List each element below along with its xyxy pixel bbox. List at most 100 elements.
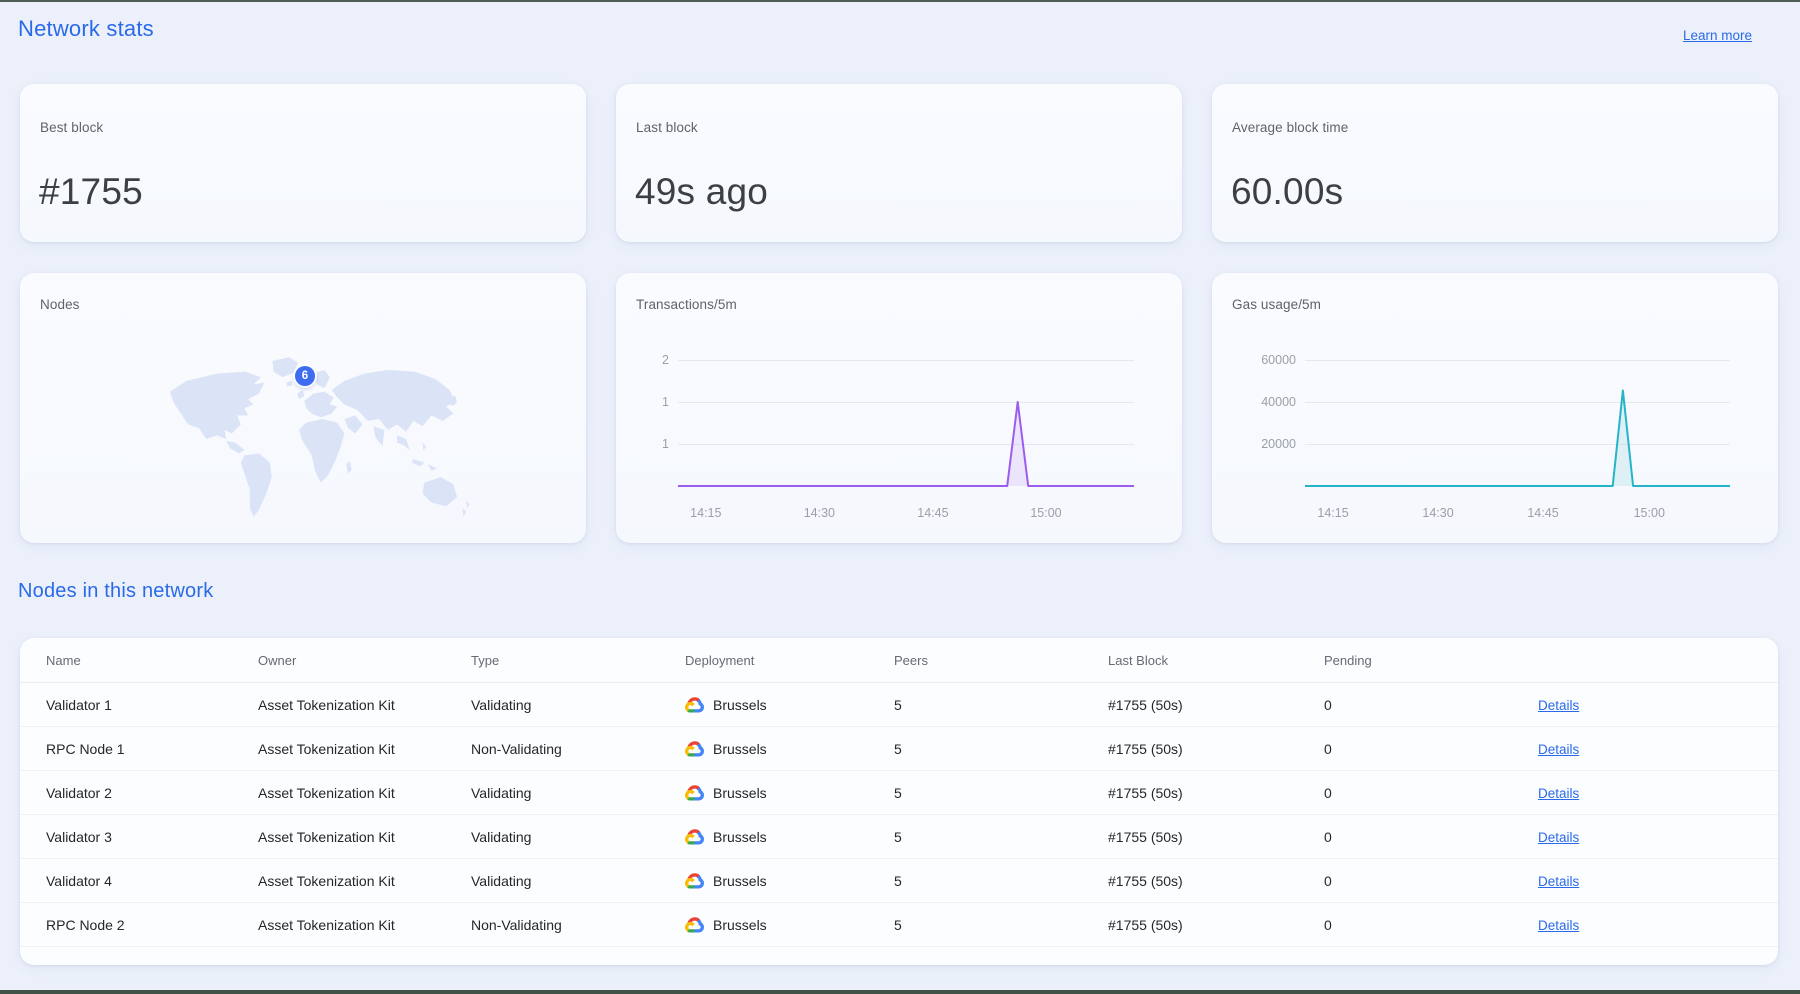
stat-label: Last block: [636, 120, 698, 135]
pending-cell: 0: [1324, 829, 1538, 845]
last-block-cell: #1755 (50s): [1108, 917, 1324, 933]
node-name-cell: RPC Node 1: [46, 741, 258, 757]
gas-usage-chart-card: Gas usage/5m 60000400002000014:1514:3014…: [1212, 273, 1778, 543]
column-header: Deployment: [685, 653, 894, 668]
y-axis-tick-label: 60000: [1226, 352, 1296, 368]
table-row: Validator 4Asset Tokenization KitValidat…: [20, 859, 1778, 903]
column-header: Last Block: [1108, 653, 1324, 668]
x-axis-tick-label: 15:00: [1030, 506, 1061, 520]
x-axis-tick-label: 14:30: [804, 506, 835, 520]
transactions-chart-card: Transactions/5m 21114:1514:3014:4515:00: [616, 273, 1182, 543]
peers-cell: 5: [894, 873, 1108, 889]
y-axis-tick-label: 20000: [1226, 436, 1296, 452]
last-block-cell: #1755 (50s): [1108, 829, 1324, 845]
node-name-cell: Validator 4: [46, 873, 258, 889]
stat-label: Average block time: [1232, 120, 1348, 135]
table-header-row: NameOwnerTypeDeploymentPeersLast BlockPe…: [20, 638, 1778, 683]
node-name-cell: Validator 3: [46, 829, 258, 845]
pending-cell: 0: [1324, 917, 1538, 933]
peers-cell: 5: [894, 829, 1108, 845]
google-cloud-icon: [685, 829, 704, 845]
column-header: Pending: [1324, 653, 1538, 668]
action-cell: Details: [1538, 785, 1778, 801]
column-header: Owner: [258, 653, 471, 668]
owner-cell: Asset Tokenization Kit: [258, 873, 471, 889]
page-title: Network stats: [18, 16, 154, 42]
deployment-location: Brussels: [713, 873, 767, 889]
last-block-cell: #1755 (50s): [1108, 741, 1324, 757]
nodes-map-card: Nodes: [20, 273, 586, 543]
owner-cell: Asset Tokenization Kit: [258, 741, 471, 757]
chart-title: Gas usage/5m: [1232, 297, 1321, 312]
window-top-edge: [0, 0, 1800, 2]
column-header: Type: [471, 653, 685, 668]
deployment-location: Brussels: [713, 697, 767, 713]
x-axis-tick-label: 14:45: [917, 506, 948, 520]
google-cloud-icon: [685, 785, 704, 801]
chart-title: Transactions/5m: [636, 297, 737, 312]
pending-cell: 0: [1324, 741, 1538, 757]
action-cell: Details: [1538, 741, 1778, 757]
table-row: RPC Node 2Asset Tokenization KitNon-Vali…: [20, 903, 1778, 947]
deployment-cell: Brussels: [685, 829, 894, 845]
action-cell: Details: [1538, 917, 1778, 933]
type-cell: Validating: [471, 873, 685, 889]
peers-cell: 5: [894, 785, 1108, 801]
y-axis-tick-label: 1: [599, 394, 669, 410]
peers-cell: 5: [894, 697, 1108, 713]
table-row: Validator 3Asset Tokenization KitValidat…: [20, 815, 1778, 859]
google-cloud-icon: [685, 917, 704, 933]
last-block-card: Last block 49s ago: [616, 84, 1182, 242]
section-title-nodes: Nodes in this network: [18, 580, 213, 603]
average-block-time-value: 60.00s: [1231, 170, 1343, 214]
details-link[interactable]: Details: [1538, 698, 1579, 713]
column-header: Peers: [894, 653, 1108, 668]
peers-cell: 5: [894, 917, 1108, 933]
table-row: RPC Node 1Asset Tokenization KitNon-Vali…: [20, 727, 1778, 771]
details-link[interactable]: Details: [1538, 874, 1579, 889]
x-axis-tick-label: 14:30: [1422, 506, 1453, 520]
node-name-cell: Validator 1: [46, 697, 258, 713]
deployment-location: Brussels: [713, 829, 767, 845]
action-cell: Details: [1538, 829, 1778, 845]
details-link[interactable]: Details: [1538, 830, 1579, 845]
map-card-label: Nodes: [40, 297, 80, 312]
y-axis-tick-label: 1: [599, 436, 669, 452]
node-count-map-marker[interactable]: 6: [295, 366, 315, 386]
action-cell: Details: [1538, 697, 1778, 713]
x-axis-tick-label: 14:15: [690, 506, 721, 520]
network-stats-page: Network stats Learn more Best block #175…: [0, 0, 1800, 994]
charts-row: Nodes: [20, 273, 1778, 543]
google-cloud-icon: [685, 697, 704, 713]
details-link[interactable]: Details: [1538, 918, 1579, 933]
deployment-cell: Brussels: [685, 873, 894, 889]
google-cloud-icon: [685, 741, 704, 757]
stat-label: Best block: [40, 120, 103, 135]
x-axis-tick-label: 15:00: [1634, 506, 1665, 520]
learn-more-link[interactable]: Learn more: [1683, 28, 1752, 43]
deployment-cell: Brussels: [685, 785, 894, 801]
details-link[interactable]: Details: [1538, 742, 1579, 757]
pending-cell: 0: [1324, 697, 1538, 713]
last-block-cell: #1755 (50s): [1108, 873, 1324, 889]
deployment-location: Brussels: [713, 917, 767, 933]
type-cell: Validating: [471, 829, 685, 845]
last-block-value: 49s ago: [635, 170, 768, 214]
details-link[interactable]: Details: [1538, 786, 1579, 801]
table-row: Validator 1Asset Tokenization KitValidat…: [20, 683, 1778, 727]
owner-cell: Asset Tokenization Kit: [258, 917, 471, 933]
node-name-cell: RPC Node 2: [46, 917, 258, 933]
chart-line-graphic: [1305, 360, 1730, 490]
action-cell: Details: [1538, 873, 1778, 889]
type-cell: Non-Validating: [471, 917, 685, 933]
deployment-cell: Brussels: [685, 697, 894, 713]
chart-line-graphic: [678, 360, 1134, 490]
column-header: Name: [46, 653, 258, 668]
last-block-cell: #1755 (50s): [1108, 697, 1324, 713]
stats-row: Best block #1755 Last block 49s ago Aver…: [20, 84, 1778, 242]
type-cell: Validating: [471, 697, 685, 713]
node-name-cell: Validator 2: [46, 785, 258, 801]
deployment-location: Brussels: [713, 741, 767, 757]
window-bottom-edge: [0, 990, 1800, 994]
type-cell: Non-Validating: [471, 741, 685, 757]
